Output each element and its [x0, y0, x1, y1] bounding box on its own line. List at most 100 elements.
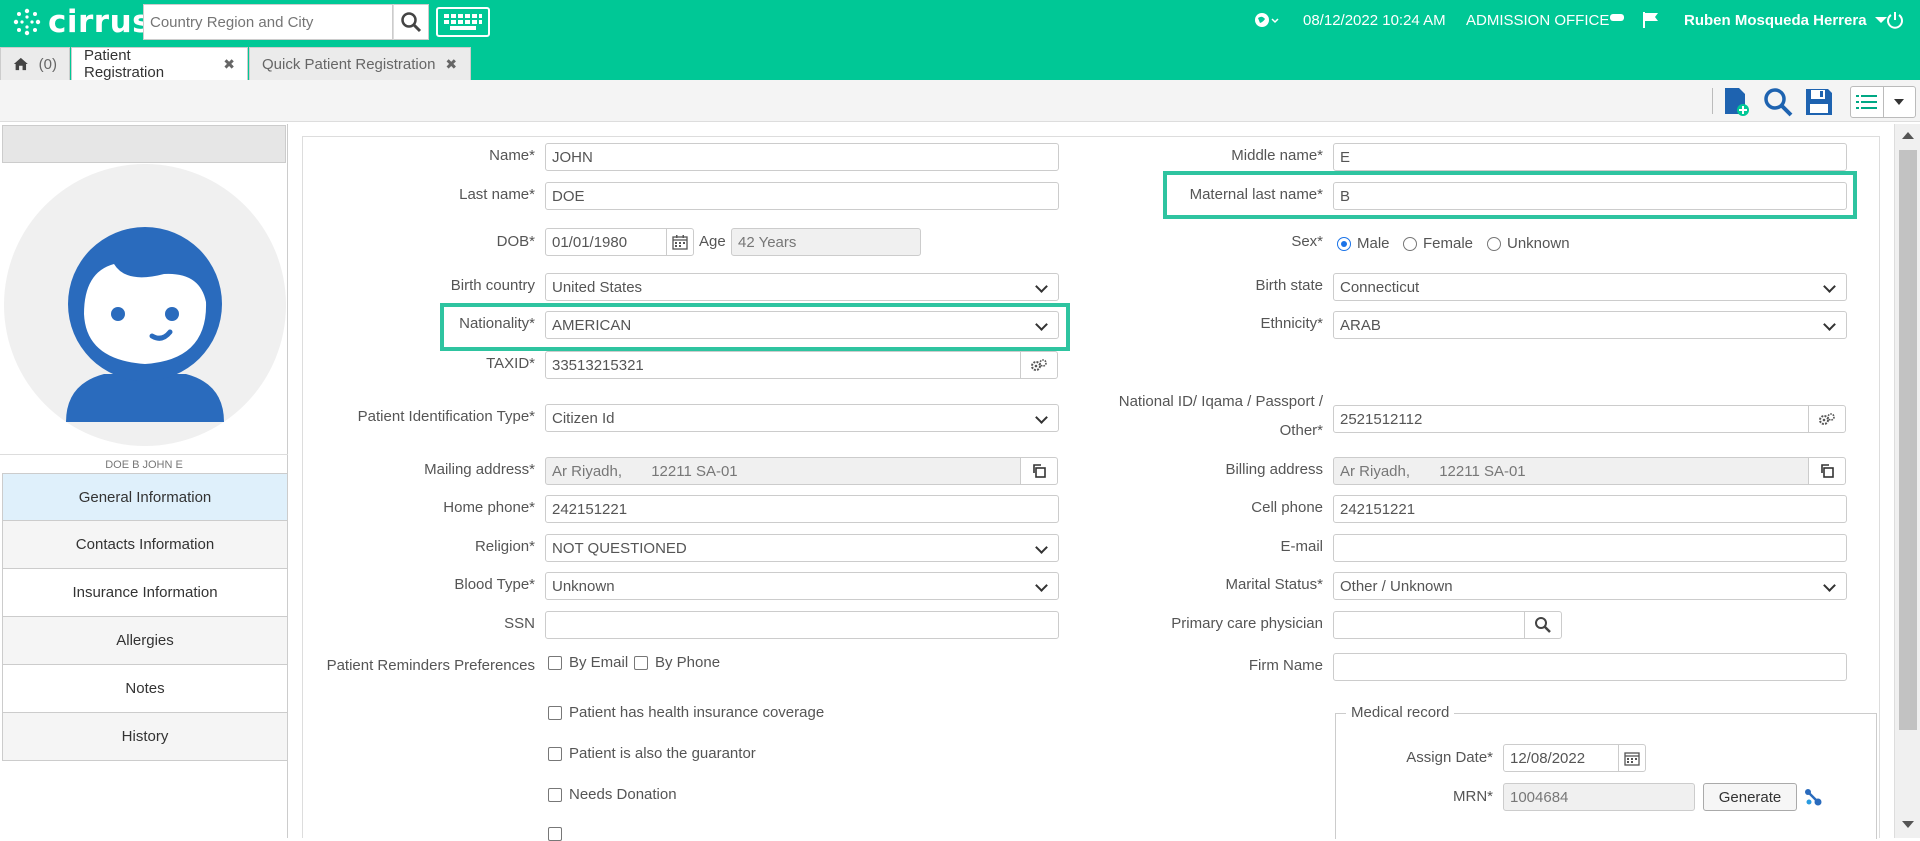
search-button[interactable]	[393, 4, 429, 40]
maternal-last-name-input[interactable]: B	[1333, 182, 1847, 210]
scroll-up-arrow-icon[interactable]	[1902, 132, 1914, 139]
avatar[interactable]	[4, 164, 286, 446]
medical-record-panel: Medical record	[1335, 704, 1877, 839]
sidebar-item-notes[interactable]: Notes	[2, 665, 288, 713]
sidebar-item-allergies[interactable]: Allergies	[2, 617, 288, 665]
national-id-label-line1: National ID/ Iqama / Passport /	[1118, 393, 1323, 410]
logout-button[interactable]	[1886, 0, 1904, 40]
needs-donation-checkbox[interactable]: Needs Donation	[548, 786, 677, 803]
dob-input[interactable]: 01/01/1980	[545, 228, 667, 256]
home-phone-input[interactable]: 242151221	[545, 495, 1059, 523]
mrn-link-button[interactable]	[1803, 787, 1823, 811]
reminder-by-phone-checkbox[interactable]: By Phone	[634, 654, 720, 671]
close-icon[interactable]: ✖	[223, 56, 235, 73]
middle-name-input[interactable]: E	[1333, 143, 1847, 171]
user-menu[interactable]: Ruben Mosqueda Herrera	[1684, 0, 1889, 40]
gears-icon	[1819, 413, 1835, 425]
toolbar-divider	[1712, 88, 1713, 114]
patient-sidebar: DOE B JOHN E General Information Contact…	[0, 124, 288, 838]
chat-icon	[1610, 14, 1624, 21]
national-id-label-line2: Other*	[1279, 422, 1323, 439]
global-search-box[interactable]	[143, 4, 393, 40]
marital-status-select[interactable]: Other / Unknown	[1333, 572, 1847, 600]
next-checkbox[interactable]	[548, 827, 562, 841]
firm-name-label: Firm Name	[1248, 657, 1323, 674]
sex-female-radio[interactable]: Female	[1403, 235, 1473, 252]
tab-home[interactable]: (0)	[0, 47, 70, 80]
nationality-select[interactable]: AMERICAN	[545, 311, 1059, 339]
national-id-generate-button[interactable]	[1808, 405, 1846, 433]
mailing-address-input[interactable]: Ar Riyadh, 12211 SA-01	[545, 457, 1021, 485]
sidebar-item-general-information[interactable]: General Information	[2, 473, 288, 521]
sidebar-item-history[interactable]: History	[2, 713, 288, 761]
pcp-input[interactable]	[1333, 611, 1525, 639]
view-options-button[interactable]	[1850, 86, 1916, 118]
health-insurance-checkbox[interactable]: Patient has health insurance coverage	[548, 704, 824, 721]
birth-state-label: Birth state	[1255, 277, 1323, 294]
language-button[interactable]	[1254, 0, 1280, 40]
cell-phone-input[interactable]: 242151221	[1333, 495, 1847, 523]
email-input[interactable]	[1333, 534, 1847, 562]
tab-patient-registration[interactable]: Patient Registration ✖	[71, 47, 248, 81]
blood-type-select[interactable]: Unknown	[545, 572, 1059, 600]
notifications-flag-button[interactable]	[1641, 0, 1661, 40]
scroll-down-arrow-icon[interactable]	[1902, 821, 1914, 828]
birth-country-select[interactable]: United States	[545, 273, 1059, 301]
sex-unknown-radio[interactable]: Unknown	[1487, 235, 1570, 252]
mrn-input[interactable]: 1004684	[1503, 783, 1695, 811]
radio-indicator	[1403, 236, 1417, 251]
firm-name-input[interactable]	[1333, 653, 1847, 681]
keyboard-button[interactable]	[436, 7, 490, 37]
birth-state-select[interactable]: Connecticut	[1333, 273, 1847, 301]
sidebar-item-insurance-information[interactable]: Insurance Information	[2, 569, 288, 617]
mrn-label: MRN*	[1453, 788, 1493, 805]
assign-date-input[interactable]: 12/08/2022	[1503, 744, 1619, 772]
office-name[interactable]: ADMISSION OFFICE	[1466, 0, 1609, 40]
scrollbar-thumb[interactable]	[1899, 150, 1917, 730]
user-name: Ruben Mosqueda Herrera	[1684, 11, 1867, 29]
sidebar-item-contacts-information[interactable]: Contacts Information	[2, 521, 288, 569]
patient-name-caption: DOE B JOHN E	[0, 454, 288, 471]
taxid-generate-button[interactable]	[1020, 351, 1058, 379]
globe-icon	[1255, 13, 1279, 27]
save-icon	[1806, 89, 1832, 115]
name-input[interactable]: JOHN	[545, 143, 1059, 171]
flag-icon	[1643, 12, 1658, 28]
new-record-button[interactable]	[1720, 86, 1752, 118]
page-scrollbar[interactable]	[1894, 124, 1920, 838]
sidebar-header	[2, 125, 286, 163]
guarantor-checkbox[interactable]: Patient is also the guarantor	[548, 745, 756, 762]
view-options-dropdown[interactable]	[1884, 87, 1916, 117]
id-type-select[interactable]: Citizen Id	[545, 404, 1059, 432]
ethnicity-select[interactable]: ARAB	[1333, 311, 1847, 339]
tab-quick-patient-registration[interactable]: Quick Patient Registration ✖	[249, 47, 471, 80]
sidebar-menu: General Information Contacts Information…	[2, 473, 288, 761]
search-patient-button[interactable]	[1762, 86, 1794, 118]
save-button[interactable]	[1803, 86, 1835, 118]
checkbox-box	[548, 746, 562, 761]
checkbox-label: Patient is also the guarantor	[569, 745, 756, 762]
nationality-label: Nationality*	[459, 315, 535, 332]
app-logo[interactable]: cirrus	[12, 4, 151, 40]
assign-date-calendar-button[interactable]	[1618, 744, 1646, 772]
national-id-input[interactable]: 2521512112	[1333, 405, 1809, 433]
list-view-button[interactable]	[1851, 87, 1884, 117]
top-bar: cirrus 08/12/2022 10:24 AM ADMISSION OFF…	[0, 0, 1920, 44]
taxid-input[interactable]: 33513215321	[545, 351, 1021, 379]
dob-calendar-button[interactable]	[666, 228, 694, 256]
pcp-search-button[interactable]	[1524, 611, 1562, 639]
global-search-input[interactable]	[144, 5, 392, 39]
radio-indicator	[1487, 236, 1501, 251]
billing-address-input[interactable]: Ar Riyadh, 12211 SA-01	[1333, 457, 1809, 485]
messages-button[interactable]	[1609, 0, 1627, 40]
close-icon[interactable]: ✖	[445, 56, 457, 73]
religion-select[interactable]: NOT QUESTIONED	[545, 534, 1059, 562]
ssn-input[interactable]	[545, 611, 1059, 639]
last-name-input[interactable]: DOE	[545, 182, 1059, 210]
generate-mrn-button[interactable]: Generate	[1703, 783, 1797, 811]
sex-male-radio[interactable]: Male	[1337, 235, 1390, 252]
maternal-last-name-label: Maternal last name*	[1189, 186, 1323, 203]
list-icon	[1855, 95, 1877, 109]
reminder-by-email-checkbox[interactable]: By Email	[548, 654, 628, 671]
billing-address-copy-button[interactable]	[1808, 457, 1846, 485]
